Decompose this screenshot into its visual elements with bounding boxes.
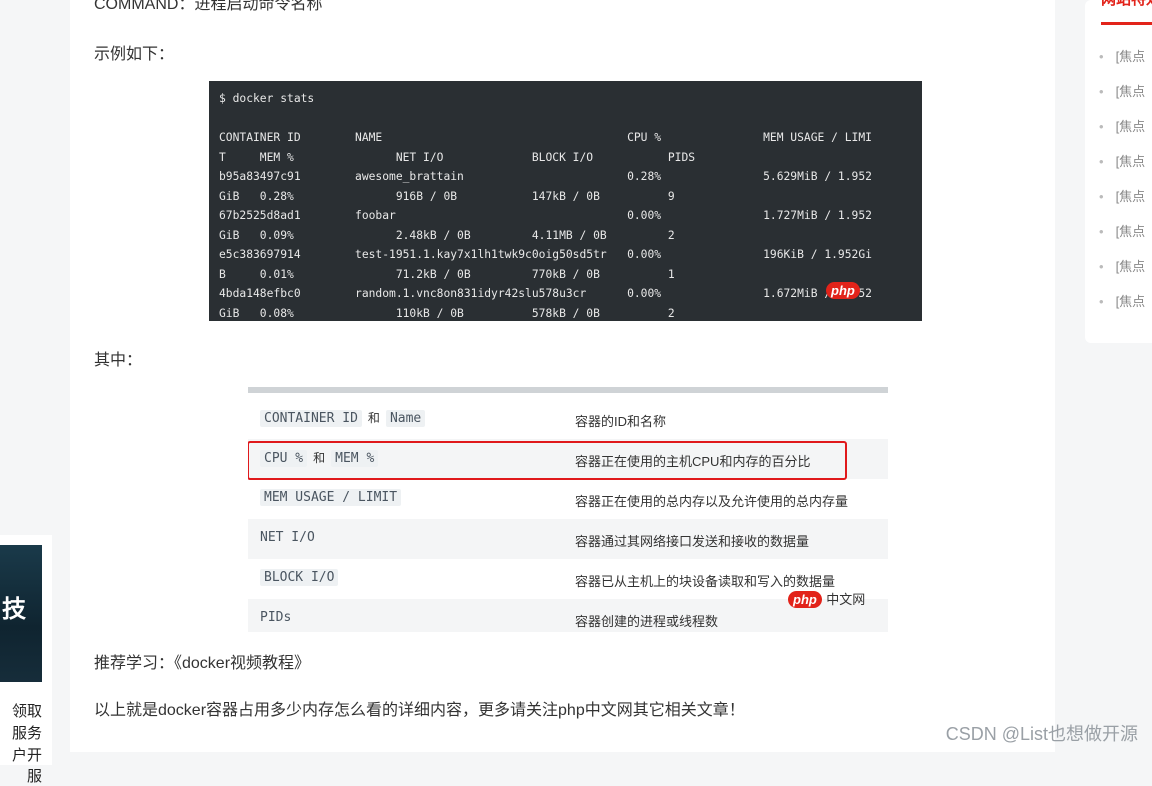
sidebar-title: 网站特效	[1101, 0, 1152, 9]
summary-text: 以上就是docker容器占用多少内存怎么看的详细内容，更多请关注php中文网其它…	[94, 702, 745, 719]
terminal-output: $ docker stats CONTAINER ID NAME CPU % M…	[219, 92, 872, 320]
command-description: COMMAND：进程启动命令名称	[94, 0, 323, 13]
article-body: COMMAND：进程启动命令名称 示例如下： $ docker stats CO…	[70, 0, 1055, 752]
sidebar-link[interactable]: • [焦点	[1099, 291, 1145, 310]
example-label: 示例如下：	[94, 46, 175, 63]
stats-column-table: CONTAINER ID 和 Name 容器的ID和名称 CPU % 和 MEM % 容…	[248, 387, 888, 632]
recommend-text[interactable]: 推荐学习：《docker视频教程》	[94, 649, 310, 673]
php-cn-watermark: php 中文网	[788, 589, 865, 609]
csdn-watermark: CSDN @List也想做开源	[945, 724, 1138, 744]
sidebar-link[interactable]: • [焦点	[1099, 116, 1145, 135]
sidebar-link[interactable]: • [焦点	[1099, 151, 1145, 170]
table-row: CONTAINER ID 和 Name 容器的ID和名称	[248, 399, 888, 439]
sidebar-link[interactable]: • [焦点	[1099, 186, 1145, 205]
promo-text-line[interactable]: 领取	[0, 700, 42, 721]
table-row: MEM USAGE / LIMIT 容器正在使用的总内存以及允许使用的总内存量	[248, 479, 888, 519]
sidebar-link[interactable]: • [焦点	[1099, 81, 1145, 100]
where-label: 其中：	[94, 352, 143, 369]
php-watermark: php	[826, 282, 860, 300]
sidebar-link[interactable]: • [焦点	[1099, 221, 1145, 240]
promo-banner-glyph: 技	[2, 596, 26, 623]
table-row: NET I/O 容器通过其网络接口发送和接收的数据量	[248, 519, 888, 559]
promo-text-line[interactable]: 服务	[0, 722, 42, 743]
sidebar-effects-panel: 网站特效 •[焦点 •[焦点 •[焦点 •[焦点 •[焦点 •[焦点 •[焦点 …	[1085, 0, 1152, 343]
highlight-box	[248, 441, 847, 480]
terminal-screenshot: $ docker stats CONTAINER ID NAME CPU % M…	[209, 81, 922, 321]
promo-banner-image[interactable]: 技	[0, 545, 42, 682]
promo-text-line[interactable]: 户开服	[0, 744, 42, 786]
sidebar-title-underline	[1101, 22, 1152, 25]
sidebar-link[interactable]: • [焦点	[1099, 46, 1145, 65]
sidebar-link[interactable]: • [焦点	[1099, 256, 1145, 275]
